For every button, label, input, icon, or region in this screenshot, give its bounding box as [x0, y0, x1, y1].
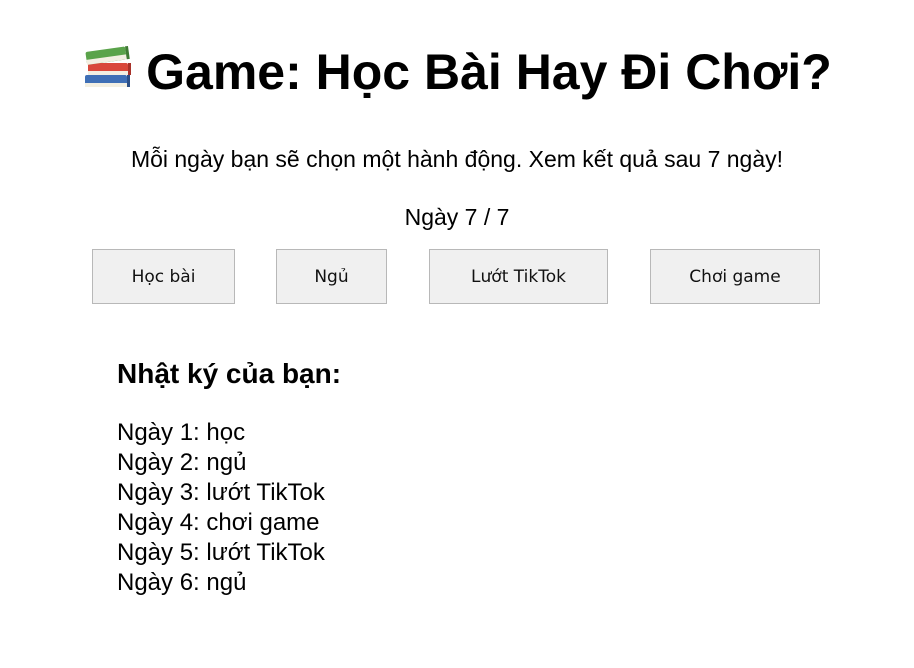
- study-button[interactable]: Học bài: [92, 249, 235, 304]
- journal-entry: Ngày 5: lướt TikTok: [117, 539, 325, 566]
- page-title: Game: Học Bài Hay Đi Chơi?: [0, 40, 914, 104]
- page-title-text: Game: Học Bài Hay Đi Chơi?: [146, 44, 832, 100]
- day-counter: Ngày 7 / 7: [404, 204, 510, 230]
- intro-text: Mỗi ngày bạn sẽ chọn một hành động. Xem …: [130, 146, 784, 172]
- journal-entry: Ngày 4: chơi game: [117, 509, 320, 536]
- books-icon: [82, 44, 132, 92]
- journal-entry: Ngày 1: học: [117, 419, 246, 446]
- tiktok-button[interactable]: Lướt TikTok: [429, 249, 608, 304]
- journal-entry: Ngày 2: ngủ: [117, 449, 247, 476]
- play-game-button[interactable]: Chơi game: [650, 249, 820, 304]
- sleep-button[interactable]: Ngủ: [276, 249, 387, 304]
- journal-section: Nhật ký của bạn: Ngày 1: học Ngày 2: ngủ…: [117, 354, 341, 598]
- journal-list: Ngày 1: học Ngày 2: ngủ Ngày 3: lướt Tik…: [117, 418, 341, 598]
- journal-entry: Ngày 3: lướt TikTok: [117, 479, 325, 506]
- journal-entry: Ngày 6: ngủ: [117, 569, 247, 596]
- journal-title: Nhật ký của bạn:: [117, 358, 342, 389]
